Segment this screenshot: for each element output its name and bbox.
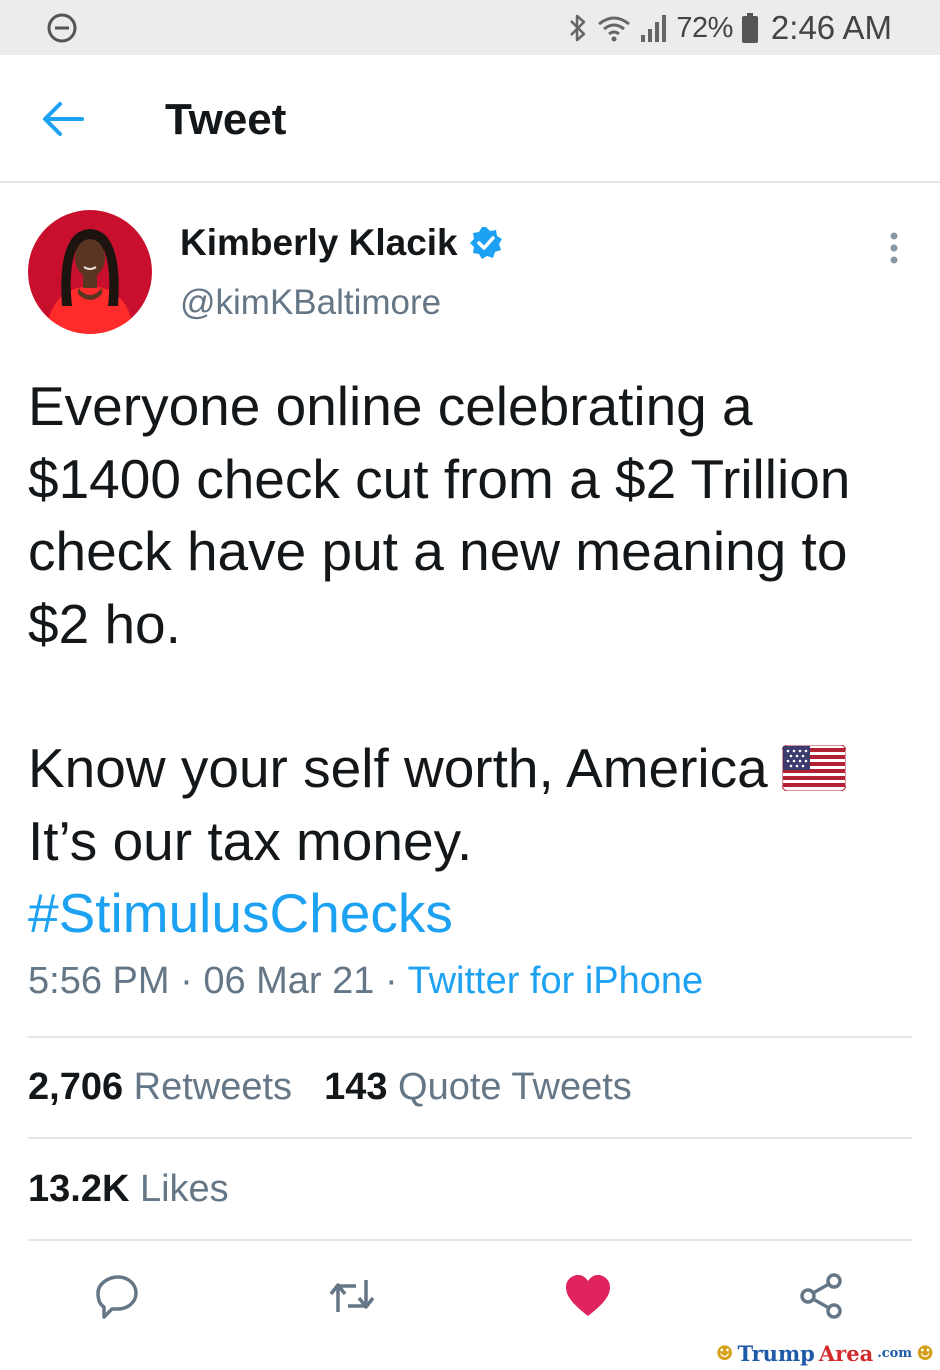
tweet-time: 5:56 PM: [28, 960, 170, 1002]
tweet-line: Everyone online celebrating a: [28, 375, 753, 437]
quotes-count: 143: [324, 1066, 388, 1108]
tweet-line: Know your self worth, America: [28, 737, 768, 799]
divider: [28, 1137, 912, 1139]
signal-icon: [641, 15, 667, 42]
tweet-line: $2 ho.: [28, 592, 181, 655]
retweets-stat[interactable]: 2,706 Retweets: [28, 1066, 292, 1109]
author-name-row[interactable]: Kimberly Klacik: [180, 222, 504, 264]
retweets-count: 2,706: [28, 1066, 124, 1108]
watermark-part: Trump: [737, 1340, 815, 1366]
battery-icon: [741, 13, 758, 43]
tweet-source-link[interactable]: Twitter for iPhone: [408, 960, 704, 1002]
author-handle[interactable]: @kimKBaltimore: [180, 283, 441, 323]
like-icon[interactable]: [564, 1272, 612, 1320]
retweet-icon[interactable]: [328, 1272, 376, 1320]
wifi-icon: [598, 16, 631, 42]
quote-tweets-stat[interactable]: 143 Quote Tweets: [324, 1066, 632, 1109]
us-flag-icon: [781, 745, 846, 791]
hashtag-link[interactable]: #StimulusChecks: [28, 877, 918, 950]
watermark-part: Area: [818, 1340, 874, 1366]
avatar[interactable]: [28, 210, 152, 334]
share-icon[interactable]: [798, 1272, 846, 1320]
author-name[interactable]: Kimberly Klacik: [180, 222, 458, 264]
tweet-line-with-flag: Know your self worth, America: [28, 732, 918, 805]
tweet-date: 06 Mar 21: [203, 960, 375, 1002]
watermark-part: .com: [877, 1345, 913, 1361]
top-nav-bar: Tweet: [0, 55, 940, 183]
stats-row: 2,706 Retweets 143 Quote Tweets: [28, 1066, 632, 1109]
trump-mascot-icon: ☻: [715, 1341, 734, 1365]
more-options-icon[interactable]: [880, 228, 908, 268]
status-bar: 72% 2:46 AM: [0, 0, 940, 55]
tweet-text: Everyone online celebrating a $1400 chec…: [28, 370, 918, 950]
divider: [28, 1036, 912, 1038]
tweet-line: check have put a new meaning to: [28, 520, 848, 582]
verified-badge-icon: [469, 227, 502, 259]
retweets-label: Retweets: [123, 1066, 293, 1108]
likes-stat[interactable]: 13.2K Likes: [28, 1168, 229, 1211]
bluetooth-icon: [570, 14, 586, 42]
status-indicators: 72% 2:46 AM: [568, 8, 892, 48]
reply-icon[interactable]: [94, 1272, 142, 1320]
likes-count: 13.2K: [28, 1168, 130, 1210]
tweet-line: $1400 check cut from a $2 Trillion: [28, 447, 851, 510]
meta-separator: ·: [374, 960, 408, 1002]
meta-separator: ·: [169, 960, 204, 1002]
battery-percent: 72%: [676, 11, 733, 44]
status-time: 2:46 AM: [770, 9, 892, 46]
back-arrow-icon[interactable]: [40, 97, 88, 141]
page-title: Tweet: [165, 95, 287, 144]
trump-mascot-icon: ☻: [916, 1341, 934, 1365]
do-not-disturb-icon: [47, 13, 77, 43]
likes-label: Likes: [129, 1168, 229, 1210]
tweet-line: It’s our tax money.: [28, 809, 473, 872]
tweet-meta: 5:56 PM · 06 Mar 21 · Twitter for iPhone: [28, 960, 703, 1003]
quotes-label: Quote Tweets: [387, 1066, 632, 1108]
divider: [28, 1239, 912, 1241]
watermark-logo: ☻ Trump Area .com ☻: [716, 1338, 934, 1368]
